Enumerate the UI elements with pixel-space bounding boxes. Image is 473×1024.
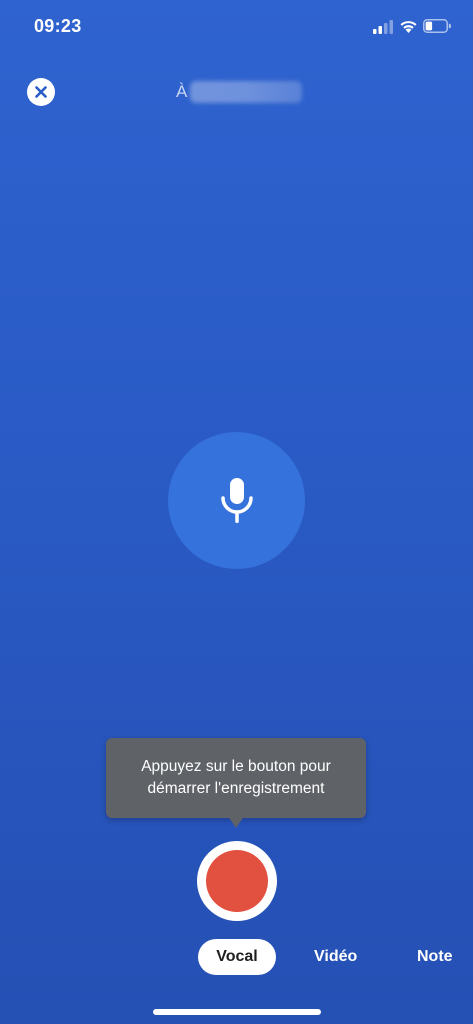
tooltip-arrow: [228, 816, 244, 828]
recording-screen: 09:23 À Appuyez sur le bouton pour démar…: [0, 0, 473, 1024]
microphone-icon: [220, 477, 253, 523]
status-bar: 09:23: [0, 0, 473, 56]
recipient-name-blurred: [190, 81, 303, 103]
home-indicator[interactable]: [153, 1009, 321, 1015]
tooltip-line-2: démarrer l'enregistrement: [147, 780, 325, 797]
record-hint-tooltip: Appuyez sur le bouton pour démarrer l'en…: [106, 738, 366, 818]
wifi-icon: [400, 21, 417, 33]
tab-vocal[interactable]: Vocal: [198, 939, 276, 975]
record-button[interactable]: [197, 841, 277, 921]
close-icon: [35, 86, 47, 98]
close-button[interactable]: [27, 78, 55, 106]
tooltip-line-1: Appuyez sur le bouton pour: [141, 758, 331, 775]
record-dot-icon: [206, 850, 268, 912]
recipient-field: À: [176, 78, 303, 106]
signal-icon: [373, 20, 393, 34]
tab-video[interactable]: Vidéo: [314, 939, 357, 975]
status-time: 09:23: [34, 16, 82, 36]
battery-icon: [423, 19, 451, 33]
recipient-prefix: À: [176, 82, 188, 101]
tab-note[interactable]: Note: [417, 939, 453, 975]
microphone-indicator: [168, 432, 305, 569]
